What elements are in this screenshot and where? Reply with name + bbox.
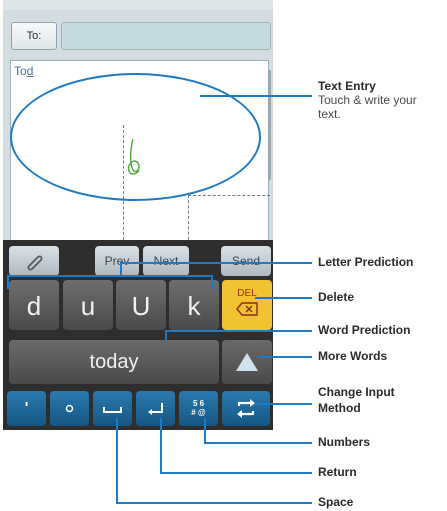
typed-text-prefix: To [14,64,27,78]
typed-text-active-letter: d [26,64,34,78]
callout-numbers: Numbers [318,435,371,449]
callout-line [258,356,312,358]
to-button[interactable]: To: [11,22,57,50]
callout-line [116,502,312,504]
next-button[interactable]: Next [143,246,189,276]
dot-key[interactable] [50,391,89,426]
writing-guide-line [188,195,189,245]
space-icon [103,407,122,413]
callout-space: Space [318,495,354,509]
return-icon [148,403,163,415]
handwriting-keyboard: Prev Next Send d u U k DEL today ' 5 6 #… [3,240,273,430]
callout-line [204,418,206,442]
switch-arrows-icon [237,399,255,418]
callout-text-entry-desc-line2: text. [318,107,341,121]
word-prediction-key[interactable]: today [9,340,219,384]
callout-text-entry-desc-line1: Touch & write your [318,93,417,107]
callout-change-input: Change Input Method [318,384,395,416]
attach-button[interactable] [9,246,59,276]
callout-change-input-line1: Change Input [318,385,395,399]
change-input-method-key[interactable] [222,391,270,426]
letter-prediction-bracket [7,275,213,289]
triangle-up-icon [236,353,258,371]
callout-line [204,442,312,444]
more-words-button[interactable] [222,340,272,384]
numbers-key-line1: 5 6 [192,399,205,408]
phone-screen: To: Tod Prev Next Send d u U k DEL today… [3,0,273,430]
callout-line [116,418,118,502]
numbers-key[interactable]: 5 6 # @ [179,391,218,426]
callout-change-input-line2: Method [318,401,361,415]
callout-letter-prediction: Letter Prediction [318,255,414,269]
callout-text-entry-title: Text Entry [318,79,376,93]
callout-text-entry-desc: Touch & write your text. [318,93,417,121]
apostrophe-key[interactable]: ' [7,391,46,426]
callout-line [120,262,312,264]
callout-line [160,418,162,472]
return-key[interactable] [136,391,175,426]
callout-line [255,403,312,405]
status-strip [3,0,273,10]
compose-area: To: Tod [3,10,273,245]
callout-delete: Delete [318,290,355,304]
typed-text: Tod [14,64,33,78]
text-entry-highlight [10,73,261,201]
delete-key[interactable]: DEL [222,280,272,330]
callout-more-words: More Words [318,349,388,363]
numbers-key-line2: # @ [191,408,206,417]
callout-line [165,330,167,342]
space-key[interactable] [93,391,132,426]
callout-line [200,95,312,97]
callout-return: Return [318,465,357,479]
callout-line [165,330,312,332]
send-button[interactable]: Send [221,246,271,276]
circle-icon [65,404,74,413]
prev-button[interactable]: Prev [95,246,139,276]
callout-line [255,297,312,299]
backspace-icon [236,302,258,316]
message-scrollbar[interactable] [268,70,271,180]
callout-line [120,262,122,276]
writing-guide-line [188,195,270,196]
paperclip-icon [27,255,43,271]
callout-line [160,472,312,474]
recipient-field[interactable] [61,22,271,50]
callout-word-prediction: Word Prediction [318,323,411,337]
